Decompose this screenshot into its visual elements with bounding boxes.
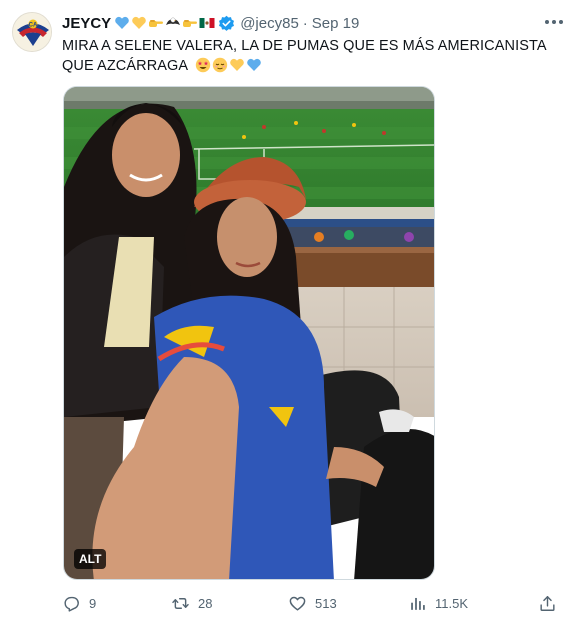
reply-count: 9 bbox=[89, 595, 97, 611]
like-count: 513 bbox=[315, 595, 337, 611]
tweet-header: JEYCY @jecy85 · Sep 19 bbox=[62, 12, 560, 34]
share-button[interactable] bbox=[538, 591, 557, 615]
views-button[interactable]: 11.5K bbox=[408, 591, 468, 615]
tweet-media-photo[interactable]: ALT bbox=[63, 86, 435, 580]
verified-badge-icon[interactable] bbox=[218, 15, 235, 32]
views-chart-icon bbox=[411, 597, 425, 610]
share-icon bbox=[540, 595, 555, 611]
avatar[interactable]: CA bbox=[12, 12, 52, 52]
author-name[interactable]: JEYCY bbox=[62, 15, 111, 32]
yellow-heart-icon bbox=[132, 16, 146, 29]
retweet-icon bbox=[172, 597, 189, 609]
author-handle[interactable]: @jecy85 bbox=[240, 15, 299, 32]
yellow-heart-icon bbox=[229, 58, 244, 71]
mexico-flag-icon bbox=[199, 18, 215, 28]
more-horizontal-icon[interactable] bbox=[542, 10, 566, 34]
like-button[interactable]: 513 bbox=[288, 591, 337, 615]
tweet: CA JEYCY @jecy85 · Sep 19 MIRA A SELENE … bbox=[0, 0, 572, 620]
tweet-date[interactable]: Sep 19 bbox=[312, 15, 360, 32]
relieved-face-icon bbox=[212, 57, 227, 73]
tweet-text: MIRA A SELENE VALERA, LA DE PUMAS QUE ES… bbox=[62, 36, 560, 76]
club-america-logo-icon: CA bbox=[13, 13, 51, 51]
blue-heart-icon bbox=[246, 58, 261, 71]
retweet-count: 28 bbox=[198, 595, 213, 611]
pointing-right-icon bbox=[149, 20, 164, 27]
name-emojis bbox=[114, 15, 215, 31]
tweet-text-body: MIRA A SELENE VALERA, LA DE PUMAS QUE ES… bbox=[62, 38, 546, 74]
views-count: 11.5K bbox=[435, 595, 469, 611]
tweet-actions: 9 28 513 11.5K bbox=[62, 591, 560, 615]
heart-icon bbox=[289, 596, 306, 611]
eagle-icon bbox=[166, 17, 181, 25]
svg-text:CA: CA bbox=[29, 23, 38, 29]
reply-button[interactable]: 9 bbox=[62, 591, 96, 615]
star-struck-face-icon bbox=[195, 57, 210, 73]
reply-icon bbox=[64, 596, 79, 612]
alt-text-badge[interactable]: ALT bbox=[74, 549, 107, 569]
pointing-right-icon bbox=[183, 20, 198, 27]
stadium-selfie-photo bbox=[64, 87, 434, 579]
blue-heart-icon bbox=[115, 16, 129, 29]
retweet-button[interactable]: 28 bbox=[171, 591, 212, 615]
separator-dot: · bbox=[302, 14, 308, 32]
text-emojis bbox=[195, 57, 262, 73]
